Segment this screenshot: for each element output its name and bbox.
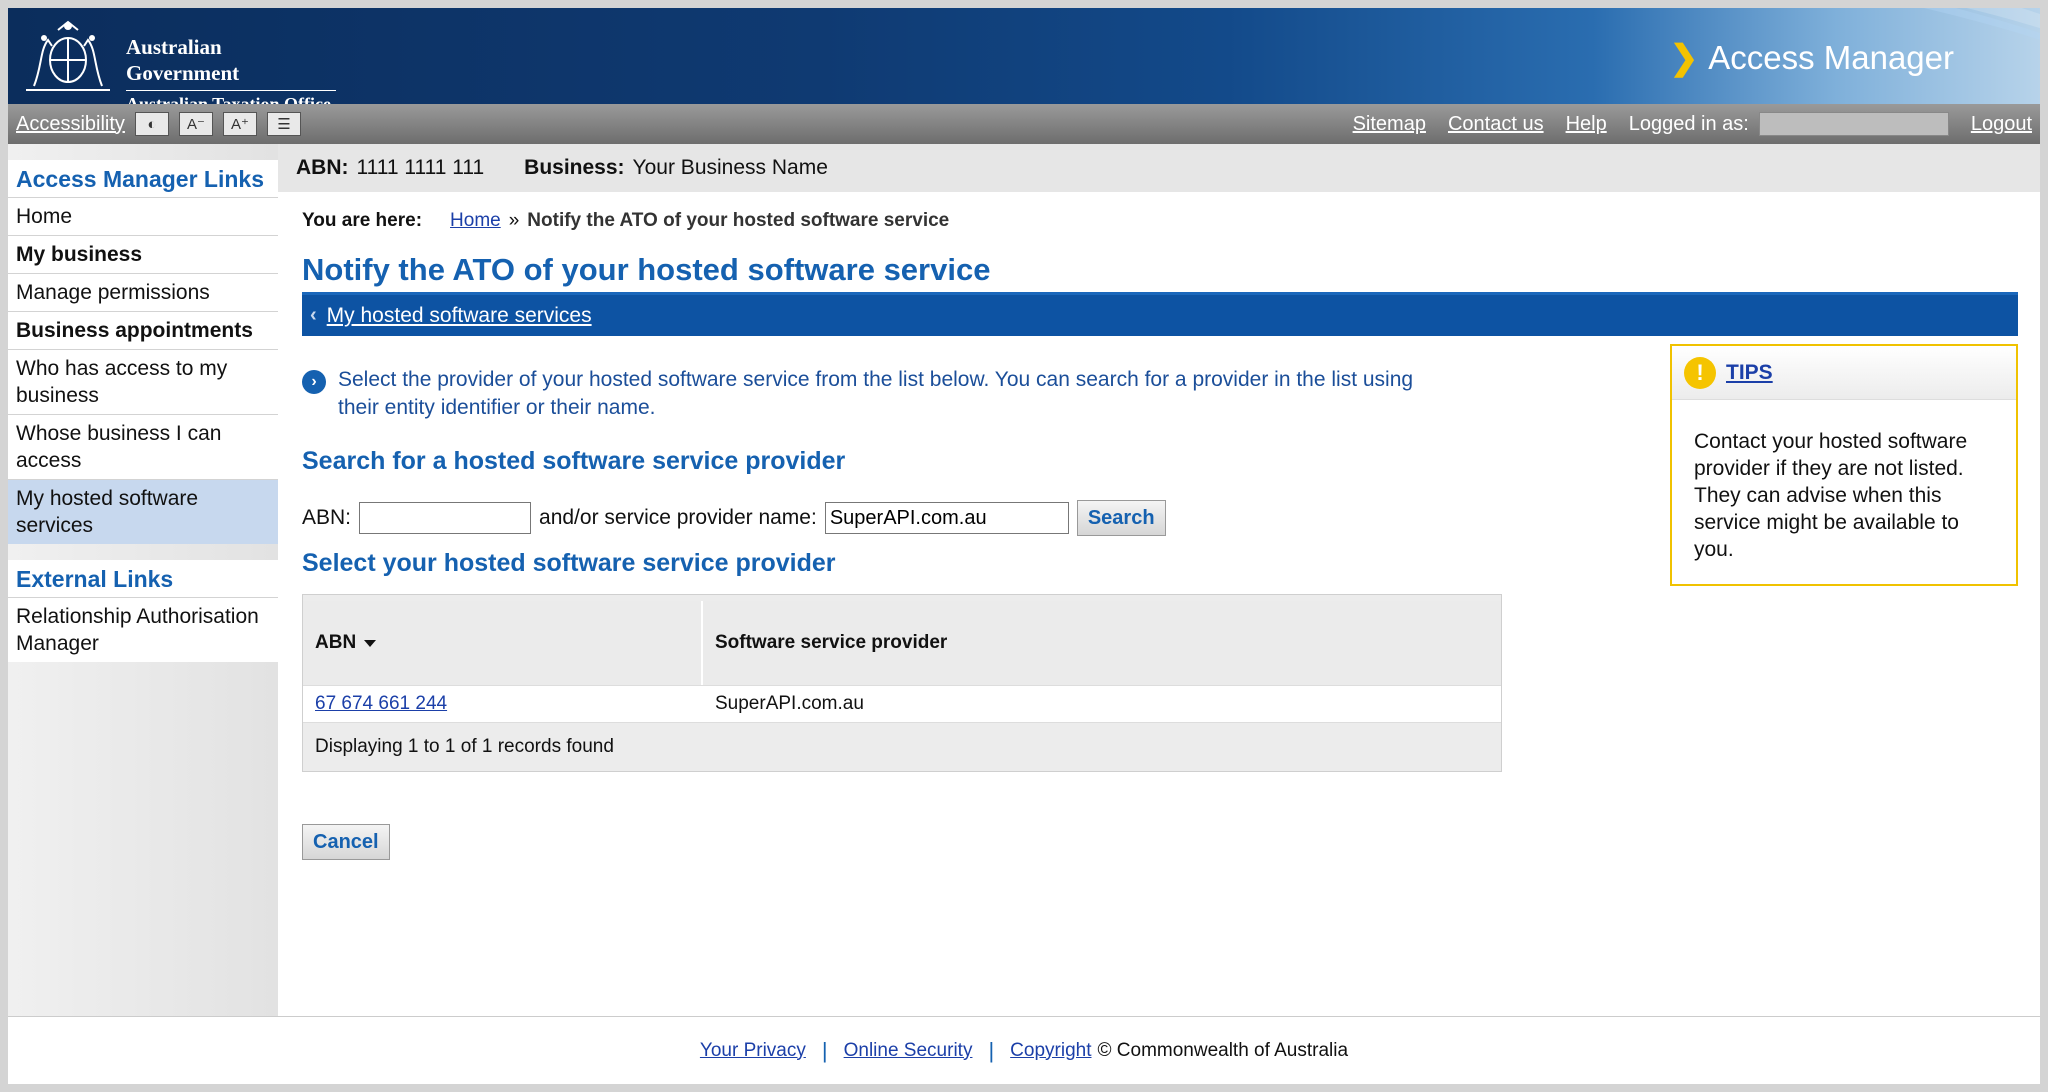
sidebar-heading-access-manager: Access Manager Links: [16, 166, 265, 192]
business-value: Your Business Name: [632, 156, 828, 179]
external-links: External Links Relationship Authorisatio…: [8, 560, 278, 662]
provider-abn-link[interactable]: 67 674 661 244: [315, 693, 447, 715]
app-title: ❯ Access Manager: [1670, 38, 1954, 78]
sidebar-item-manage-permissions[interactable]: Manage permissions: [8, 273, 278, 311]
footer-separator: |: [821, 1037, 828, 1063]
abn-value: 1111 1111 111: [356, 156, 485, 179]
sitemap-link[interactable]: Sitemap: [1353, 113, 1426, 136]
breadcrumb-prefix: You are here:: [302, 210, 423, 231]
site-footer: Your Privacy | Online Security | Copyrig…: [8, 1016, 2040, 1084]
government-wordmark: Australian Government Australian Taxatio…: [126, 34, 336, 104]
coat-of-arms-icon: [26, 20, 110, 91]
page-title: Notify the ATO of your hosted software s…: [302, 252, 991, 287]
back-to-hosted-services-link[interactable]: My hosted software services: [327, 304, 592, 328]
main-content: ABN: 1111 1111 111 Business: Your Busine…: [278, 144, 2040, 1016]
access-manager-links: Access Manager Links Home My business Ma…: [8, 160, 278, 544]
breadcrumb: You are here: Home » Notify the ATO of y…: [302, 210, 2018, 232]
provider-name-input[interactable]: [824, 502, 1069, 534]
info-message: › Select the provider of your hosted sof…: [302, 366, 1452, 422]
sort-desc-icon: [364, 639, 377, 647]
back-navigation-bar: ‹ My hosted software services: [302, 292, 2018, 336]
layout-toggle-icon[interactable]: ☰: [266, 112, 301, 136]
breadcrumb-current: Notify the ATO of your hosted software s…: [527, 210, 950, 231]
site-header: Australian Government Australian Taxatio…: [8, 8, 2040, 104]
logged-in-user-box: [1758, 112, 1949, 136]
contrast-toggle-icon[interactable]: ◐: [134, 112, 169, 136]
utility-toolbar: Accessibility ◐ A⁻ A⁺ ☰ Sitemap Contact …: [8, 104, 2040, 144]
logout-link[interactable]: Logout: [1971, 113, 2032, 136]
contact-us-link[interactable]: Contact us: [1448, 113, 1544, 136]
breadcrumb-separator: »: [508, 210, 520, 231]
sidebar-heading-external: External Links: [16, 566, 174, 592]
abn-label: ABN:: [296, 156, 349, 179]
tips-panel: ! TIPS Contact your hosted software prov…: [1670, 344, 2018, 586]
table-cell-provider: SuperAPI.com.au: [715, 693, 864, 714]
sidebar-item-home[interactable]: Home: [8, 197, 278, 235]
name-field-label: and/or service provider name:: [539, 506, 817, 529]
sidebar-item-my-business[interactable]: My business: [8, 235, 278, 273]
copyright-text: © Commonwealth of Australia: [1097, 1039, 1349, 1061]
provider-table: ABN Software service provider 67 674 661…: [302, 594, 1502, 772]
online-security-link[interactable]: Online Security: [844, 1040, 973, 1062]
info-text: Select the provider of your hosted softw…: [338, 368, 1414, 419]
sidebar-item-whose-business[interactable]: Whose business I can access: [8, 414, 278, 479]
column-header-provider: Software service provider: [715, 632, 948, 653]
help-link[interactable]: Help: [1566, 113, 1607, 136]
business-label: Business:: [524, 156, 625, 179]
sidebar-item-who-has-access[interactable]: Who has access to my business: [8, 349, 278, 414]
copyright-link[interactable]: Copyright: [1010, 1040, 1091, 1062]
exclamation-icon: !: [1684, 356, 1716, 389]
breadcrumb-home-link[interactable]: Home: [450, 210, 501, 232]
increase-font-icon[interactable]: A⁺: [222, 112, 257, 136]
logged-in-label: Logged in as:: [1628, 112, 1749, 135]
app-title-text: Access Manager: [1708, 39, 1954, 76]
footer-separator: |: [988, 1037, 995, 1063]
abn-field-label: ABN:: [302, 506, 352, 529]
tips-body: Contact your hosted software provider if…: [1694, 430, 1968, 561]
privacy-link[interactable]: Your Privacy: [700, 1040, 806, 1062]
chevron-right-icon: ❯: [1669, 39, 1699, 77]
table-header: ABN Software service provider: [303, 601, 1501, 685]
cancel-button[interactable]: Cancel: [302, 824, 390, 860]
info-arrow-icon: ›: [302, 370, 326, 394]
table-cell-abn: 67 674 661 244: [303, 686, 703, 722]
column-header-abn[interactable]: ABN: [303, 601, 703, 685]
sidebar: Access Manager Links Home My business Ma…: [8, 144, 278, 1016]
search-button[interactable]: Search: [1076, 500, 1166, 536]
tips-header: ! TIPS: [1672, 346, 2016, 400]
sidebar-item-ram[interactable]: Relationship Authorisation Manager: [8, 597, 278, 662]
gov-line-1: Australian Government: [126, 34, 336, 91]
tips-link[interactable]: TIPS: [1726, 361, 1773, 385]
sidebar-item-hosted-software[interactable]: My hosted software services: [8, 479, 278, 544]
table-row: 67 674 661 244 SuperAPI.com.au: [303, 685, 1501, 723]
abn-input[interactable]: [359, 502, 532, 534]
table-footer: Displaying 1 to 1 of 1 records found: [315, 736, 614, 757]
business-bar: ABN: 1111 1111 111 Business: Your Busine…: [278, 144, 2040, 192]
accessibility-link[interactable]: Accessibility: [16, 113, 125, 136]
chevron-left-icon: ‹: [310, 304, 317, 326]
sidebar-item-business-appointments[interactable]: Business appointments: [8, 311, 278, 349]
decrease-font-icon[interactable]: A⁻: [178, 112, 213, 136]
gov-line-2: Australian Taxation Office: [126, 94, 332, 104]
